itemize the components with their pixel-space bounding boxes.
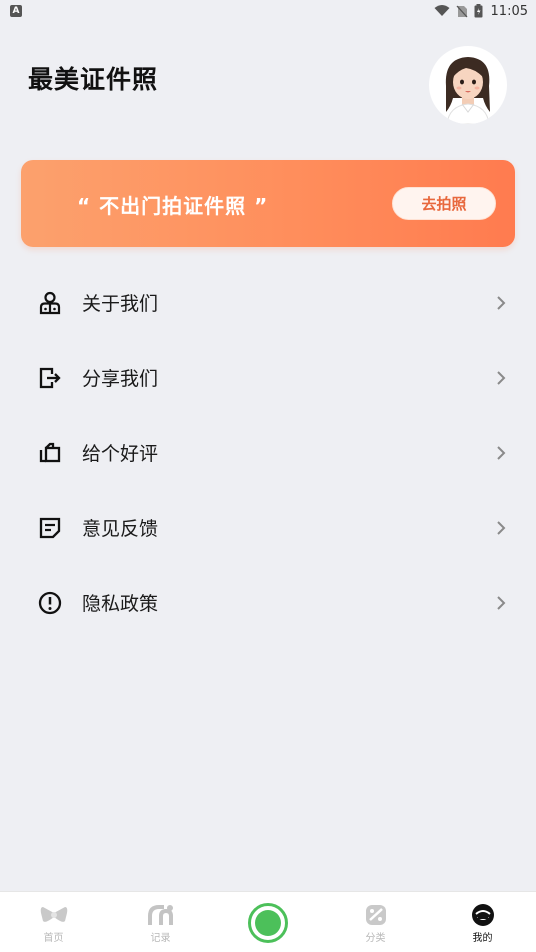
status-bar: A 11:05 [0,0,536,22]
wifi-icon [434,5,450,16]
clock: 11:05 [490,3,528,19]
nav-label: 记录 [150,933,171,944]
take-photo-banner[interactable]: “ 不出门拍证件照 ” 去拍照 [21,160,515,247]
menu-item-label: 分享我们 [82,368,159,390]
nav-item-record[interactable]: 记录 [107,892,214,952]
menu-item-about[interactable]: 关于我们 [0,265,536,340]
record-icon [147,903,175,927]
menu-item-share[interactable]: 分享我们 [0,340,536,415]
menu-item-feedback[interactable]: 意见反馈 [0,490,536,565]
nav-item-profile[interactable]: 我的 [429,892,536,952]
menu-item-label: 意见反馈 [82,518,159,540]
user-badge-icon [38,291,62,315]
page-title: 最美证件照 [28,65,159,94]
chevron-right-icon [497,445,506,460]
app-notification-icon: A [10,5,22,17]
no-sim-icon [456,5,468,17]
profile-icon [469,903,497,927]
category-icon [362,903,390,927]
home-icon [40,903,68,927]
chevron-right-icon [497,295,506,310]
chevron-right-icon [497,520,506,535]
nav-label: 我的 [472,933,493,944]
menu-item-label: 给个好评 [82,443,159,465]
battery-icon [474,4,483,18]
feedback-note-icon [38,516,62,540]
menu-item-privacy[interactable]: 隐私政策 [0,565,536,640]
camera-shutter-icon [255,910,281,936]
rate-icon [38,441,62,465]
nav-item-home[interactable]: 首页 [0,892,107,952]
menu-item-rate[interactable]: 给个好评 [0,415,536,490]
girl-avatar-icon [445,57,490,124]
camera-shutter-button[interactable] [248,903,288,943]
nav-label: 首页 [43,933,64,944]
menu-item-label: 隐私政策 [82,593,159,615]
privacy-alert-icon [38,591,62,615]
bottom-nav: 首页 记录 分类 我的 [0,891,536,952]
banner-text: “ 不出门拍证件照 ” [77,194,269,218]
nav-label: 分类 [365,933,386,944]
avatar[interactable] [429,46,507,124]
nav-item-category[interactable]: 分类 [322,892,429,952]
settings-menu: 关于我们 分享我们 给个好评 意见反馈 隐私政策 [0,265,536,640]
chevron-right-icon [497,595,506,610]
take-photo-button[interactable]: 去拍照 [392,187,496,220]
share-exit-icon [38,366,62,390]
chevron-right-icon [497,370,506,385]
menu-item-label: 关于我们 [82,293,159,315]
